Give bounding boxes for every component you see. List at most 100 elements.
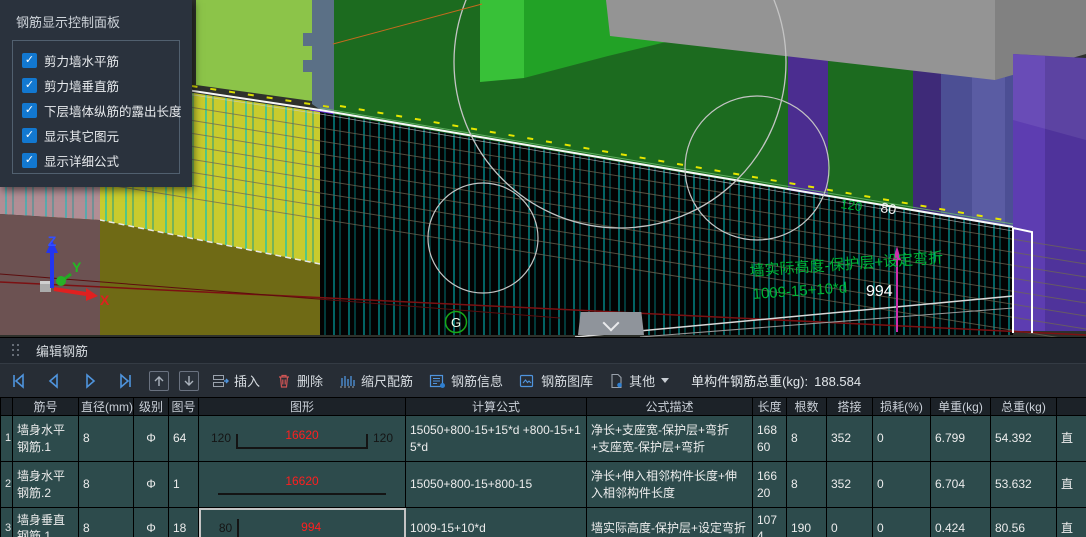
checkbox-checked-icon[interactable]: ✓: [22, 103, 37, 118]
3d-viewport[interactable]: 墙实际高度-保护层+设定弯折 1009-15+10*d 994 120 80 G…: [0, 0, 1086, 337]
cell-loss[interactable]: 0: [872, 415, 931, 462]
row-number[interactable]: 2: [0, 461, 13, 508]
cell-unit-weight[interactable]: 6.704: [930, 461, 991, 508]
cell-fig-no[interactable]: 64: [168, 415, 199, 462]
row-number[interactable]: 3: [0, 507, 13, 537]
cell-level[interactable]: Φ: [133, 461, 169, 508]
next-row-button[interactable]: [78, 371, 102, 391]
cell-lap[interactable]: 352: [826, 461, 873, 508]
rebar-info-button[interactable]: 钢筋信息: [425, 369, 507, 392]
first-row-button[interactable]: [6, 371, 30, 391]
cell-overflow[interactable]: 直: [1056, 507, 1086, 537]
cell-fig-no[interactable]: 18: [168, 507, 199, 537]
cell-count[interactable]: 8: [786, 461, 827, 508]
cell-name[interactable]: 墙身垂直钢筋.1: [12, 507, 79, 537]
table-row: 3 墙身垂直钢筋.1 8 Φ 18 80 994 1009-15+10*d 墙实…: [0, 507, 1086, 537]
application-window: 墙实际高度-保护层+设定弯折 1009-15+10*d 994 120 80 G…: [0, 0, 1086, 537]
move-down-button[interactable]: [179, 370, 199, 391]
cell-length[interactable]: 16620: [752, 461, 787, 508]
header-fig-no: 图号: [168, 397, 199, 416]
checkbox-checked-icon[interactable]: ✓: [22, 78, 37, 93]
option-shearwall-vertical[interactable]: ✓ 剪力墙垂直筋: [22, 73, 170, 98]
option-label: 下层墙体纵筋的露出长度: [44, 105, 182, 119]
header-loss: 损耗(%): [872, 397, 931, 416]
cell-length[interactable]: 1074: [752, 507, 787, 537]
cell-formula[interactable]: 15050+800-15+800-15: [405, 461, 587, 508]
cell-formula-desc[interactable]: 净长+伸入相邻构件长度+伸入相邻构件长度: [586, 461, 753, 508]
svg-text:Z: Z: [48, 233, 57, 249]
header-diameter: 直径(mm): [78, 397, 134, 416]
cell-level[interactable]: Φ: [133, 415, 169, 462]
cell-formula[interactable]: 15050+800-15+15*d +800-15+15*d: [405, 415, 587, 462]
option-shearwall-horizontal[interactable]: ✓ 剪力墙水平筋: [22, 48, 170, 73]
header-overflow: [1056, 397, 1086, 416]
checkbox-checked-icon[interactable]: ✓: [22, 128, 37, 143]
shape-drawing: 16620: [218, 473, 386, 495]
cell-shape[interactable]: 16620: [198, 461, 406, 508]
header-formula: 计算公式: [405, 397, 587, 416]
dropdown-caret-icon: [661, 378, 670, 383]
option-lower-wall-exposed-length[interactable]: ✓ 下层墙体纵筋的露出长度: [22, 98, 182, 123]
total-weight-value: 188.584: [814, 374, 862, 389]
page-icon: [611, 373, 622, 388]
cell-count[interactable]: 8: [786, 415, 827, 462]
cell-diameter[interactable]: 8: [78, 415, 134, 462]
rebar-display-options: ✓ 剪力墙水平筋 ✓ 剪力墙垂直筋 ✓ 下层墙体纵筋的露出长度 ✓ 显示其它图元…: [12, 40, 182, 174]
prev-row-button[interactable]: [42, 371, 66, 391]
other-menu-button[interactable]: 其他: [605, 369, 673, 392]
cell-level[interactable]: Φ: [133, 507, 169, 537]
cell-lap[interactable]: 0: [826, 507, 873, 537]
header-level: 级别: [133, 397, 169, 416]
cell-diameter[interactable]: 8: [78, 461, 134, 508]
drag-handle[interactable]: [12, 343, 20, 358]
checkbox-checked-icon[interactable]: ✓: [22, 53, 37, 68]
shape-dim-mid: 16620: [285, 473, 319, 488]
cell-total-weight[interactable]: 53.632: [990, 461, 1057, 508]
checkbox-checked-icon[interactable]: ✓: [22, 153, 37, 168]
scale-rebar-button[interactable]: 缩尺配筋: [335, 369, 417, 392]
delete-button[interactable]: 删除: [272, 369, 327, 392]
scale-bars-icon: [340, 375, 356, 387]
rebar-library-button[interactable]: 钢筋图库: [515, 369, 597, 392]
chevron-left-icon: [48, 372, 58, 389]
cell-formula-desc[interactable]: 净长+支座宽-保护层+弯折+支座宽-保护层+弯折: [586, 415, 753, 462]
cell-total-weight[interactable]: 54.392: [990, 415, 1057, 462]
library-icon: [519, 374, 534, 387]
insert-row-icon: [213, 374, 229, 387]
grid-bubble-label: G: [451, 315, 461, 330]
move-up-button[interactable]: [149, 370, 169, 391]
cell-overflow[interactable]: 直: [1056, 415, 1086, 462]
cell-formula-desc[interactable]: 墙实际高度-保护层+设定弯折: [586, 507, 753, 537]
insert-button[interactable]: 插入: [208, 369, 264, 392]
cell-loss[interactable]: 0: [872, 507, 931, 537]
option-show-detailed-formula[interactable]: ✓ 显示详细公式: [22, 148, 170, 173]
cell-length[interactable]: 16860: [752, 415, 787, 462]
cell-name[interactable]: 墙身水平钢筋.1: [12, 415, 79, 462]
cell-fig-no[interactable]: 1: [168, 461, 199, 508]
cell-count[interactable]: 190: [786, 507, 827, 537]
cell-name[interactable]: 墙身水平钢筋.2: [12, 461, 79, 508]
header-shape: 图形: [198, 397, 406, 416]
header-unit-weight: 单重(kg): [930, 397, 991, 416]
cell-unit-weight[interactable]: 0.424: [930, 507, 991, 537]
cell-shape[interactable]: 120 16620 120: [198, 415, 406, 462]
header-lap: 搭接: [826, 397, 873, 416]
cell-unit-weight[interactable]: 6.799: [930, 415, 991, 462]
row-number[interactable]: 1: [0, 415, 13, 462]
option-label: 剪力墙垂直筋: [44, 80, 120, 94]
cell-diameter[interactable]: 8: [78, 507, 134, 537]
collapse-viewport-button[interactable]: [578, 312, 644, 335]
cell-overflow[interactable]: 直: [1056, 461, 1086, 508]
shape-dim-mid: 994: [301, 520, 322, 534]
svg-text:Y: Y: [72, 259, 82, 275]
cell-lap[interactable]: 352: [826, 415, 873, 462]
cell-shape-selected[interactable]: 80 994: [198, 507, 406, 537]
option-show-other-elements[interactable]: ✓ 显示其它图元: [22, 123, 170, 148]
header-count: 根数: [786, 397, 827, 416]
cell-total-weight[interactable]: 80.56: [990, 507, 1057, 537]
cell-loss[interactable]: 0: [872, 461, 931, 508]
cell-formula[interactable]: 1009-15+10*d: [405, 507, 587, 537]
table-header-row: 筋号 直径(mm) 级别 图号 图形 计算公式 公式描述 长度 根数 搭接 损耗…: [0, 397, 1086, 416]
arrow-up-icon: [154, 375, 164, 386]
last-row-button[interactable]: [114, 371, 138, 391]
